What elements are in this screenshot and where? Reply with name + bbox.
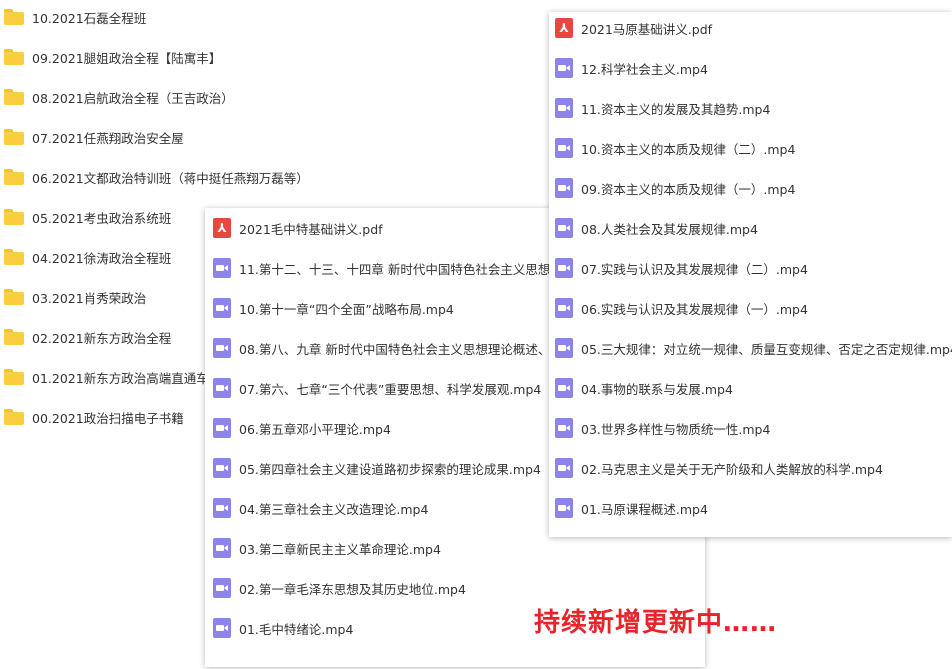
file-name: 08.人类社会及其发展规律.mp4 (581, 221, 758, 237)
file-item[interactable]: ⅄ 2021马原基础讲义.pdf (549, 8, 952, 48)
folder-icon (4, 289, 24, 305)
folder-name: 03.2021肖秀荣政治 (32, 290, 147, 306)
video-icon (555, 258, 573, 278)
video-icon (213, 578, 231, 598)
folder-name: 02.2021新东方政治全程 (32, 330, 172, 346)
video-icon (555, 498, 573, 518)
file-item[interactable]: 06.实践与认识及其发展规律（一）.mp4 (549, 288, 952, 328)
folder-icon (4, 249, 24, 265)
folder-name: 10.2021石磊全程班 (32, 10, 147, 26)
file-name: 08.第八、九章 新时代中国特色社会主义思想理论概述、总 (239, 341, 563, 357)
folder-name: 09.2021腿姐政治全程【陆寓丰】 (32, 50, 222, 66)
file-name: 11.第十二、十三、十四章 新时代中国特色社会主义思想内 (239, 261, 563, 277)
video-icon (213, 458, 231, 478)
folder-icon (4, 169, 24, 185)
folder-item[interactable]: 09.2021腿姐政治全程【陆寓丰】 (0, 37, 560, 77)
update-banner: 持续新增更新中…… (534, 608, 778, 638)
folder-icon (4, 89, 24, 105)
folder-item[interactable]: 08.2021启航政治全程（王吉政治） (0, 77, 560, 117)
file-name: 01.马原课程概述.mp4 (581, 501, 708, 517)
file-item[interactable]: 04.事物的联系与发展.mp4 (549, 368, 952, 408)
file-item[interactable]: 03.世界多样性与物质统一性.mp4 (549, 408, 952, 448)
video-icon (213, 378, 231, 398)
file-item[interactable]: 11.资本主义的发展及其趋势.mp4 (549, 88, 952, 128)
file-name: 04.第三章社会主义改造理论.mp4 (239, 501, 429, 517)
folder-item[interactable]: 06.2021文都政治特训班（蒋中挺任燕翔万磊等） (0, 157, 560, 197)
folder-name: 05.2021考虫政治系统班 (32, 210, 172, 226)
file-name: 03.第二章新民主主义革命理论.mp4 (239, 541, 441, 557)
file-name: 04.事物的联系与发展.mp4 (581, 381, 733, 397)
video-icon (555, 218, 573, 238)
video-icon (555, 298, 573, 318)
folder-icon (4, 409, 24, 425)
file-name: 02.第一章毛泽东思想及其历史地位.mp4 (239, 581, 466, 597)
video-icon (555, 418, 573, 438)
file-item[interactable]: 12.科学社会主义.mp4 (549, 48, 952, 88)
video-icon (213, 258, 231, 278)
folder-name: 08.2021启航政治全程（王吉政治） (32, 90, 234, 106)
folder-icon (4, 9, 24, 25)
file-item[interactable]: 05.三大规律：对立统一规律、质量互变规律、否定之否定规律.mp4 (549, 328, 952, 368)
file-name: 12.科学社会主义.mp4 (581, 61, 708, 77)
file-name: 10.第十一章“四个全面”战略布局.mp4 (239, 301, 454, 317)
folder-name: 06.2021文都政治特训班（蒋中挺任燕翔万磊等） (32, 170, 309, 186)
video-icon (555, 178, 573, 198)
file-name: 05.三大规律：对立统一规律、质量互变规律、否定之否定规律.mp4 (581, 341, 952, 357)
file-name: 07.第六、七章“三个代表”重要思想、科学发展观.mp4 (239, 381, 542, 397)
file-name: 03.世界多样性与物质统一性.mp4 (581, 421, 771, 437)
video-icon (213, 338, 231, 358)
video-icon (213, 418, 231, 438)
folder-name: 00.2021政治扫描电子书籍 (32, 410, 184, 426)
mayuan-file-panel: ⅄ 2021马原基础讲义.pdf 12.科学社会主义.mp4 11.资本主义的发展及其… (549, 12, 952, 537)
video-icon (555, 138, 573, 158)
video-icon (555, 338, 573, 358)
video-icon (555, 58, 573, 78)
pdf-icon: ⅄ (213, 218, 231, 238)
file-item[interactable]: 09.资本主义的本质及规律（一）.mp4 (549, 168, 952, 208)
video-icon (213, 298, 231, 318)
file-name: 11.资本主义的发展及其趋势.mp4 (581, 101, 771, 117)
folder-icon (4, 49, 24, 65)
file-item[interactable]: 10.资本主义的本质及规律（二）.mp4 (549, 128, 952, 168)
file-name: 06.第五章邓小平理论.mp4 (239, 421, 391, 437)
folder-item[interactable]: 07.2021任燕翔政治安全屋 (0, 117, 560, 157)
file-name: 10.资本主义的本质及规律（二）.mp4 (581, 141, 796, 157)
file-name: 07.实践与认识及其发展规律（二）.mp4 (581, 261, 808, 277)
folder-icon (4, 209, 24, 225)
file-item[interactable]: 02.马克思主义是关于无产阶级和人类解放的科学.mp4 (549, 448, 952, 488)
file-name: 06.实践与认识及其发展规律（一）.mp4 (581, 301, 808, 317)
video-icon (213, 538, 231, 558)
file-name: 2021毛中特基础讲义.pdf (239, 221, 383, 237)
video-icon (213, 498, 231, 518)
file-name: 2021马原基础讲义.pdf (581, 21, 713, 37)
folder-item[interactable]: 10.2021石磊全程班 (0, 0, 560, 37)
video-icon (555, 378, 573, 398)
file-item[interactable]: 08.人类社会及其发展规律.mp4 (549, 208, 952, 248)
file-item[interactable]: 01.马原课程概述.mp4 (549, 488, 952, 528)
file-item[interactable]: 07.实践与认识及其发展规律（二）.mp4 (549, 248, 952, 288)
file-name: 02.马克思主义是关于无产阶级和人类解放的科学.mp4 (581, 461, 883, 477)
video-icon (555, 458, 573, 478)
file-name: 09.资本主义的本质及规律（一）.mp4 (581, 181, 796, 197)
folder-name: 01.2021新东方政治高端直通车 (32, 370, 209, 386)
folder-name: 04.2021徐涛政治全程班 (32, 250, 172, 266)
folder-icon (4, 369, 24, 385)
pdf-icon: ⅄ (555, 18, 573, 38)
file-name: 05.第四章社会主义建设道路初步探索的理论成果.mp4 (239, 461, 541, 477)
video-icon (555, 98, 573, 118)
video-icon (213, 618, 231, 638)
folder-icon (4, 329, 24, 345)
file-name: 01.毛中特绪论.mp4 (239, 621, 354, 637)
folder-icon (4, 129, 24, 145)
folder-name: 07.2021任燕翔政治安全屋 (32, 130, 184, 146)
